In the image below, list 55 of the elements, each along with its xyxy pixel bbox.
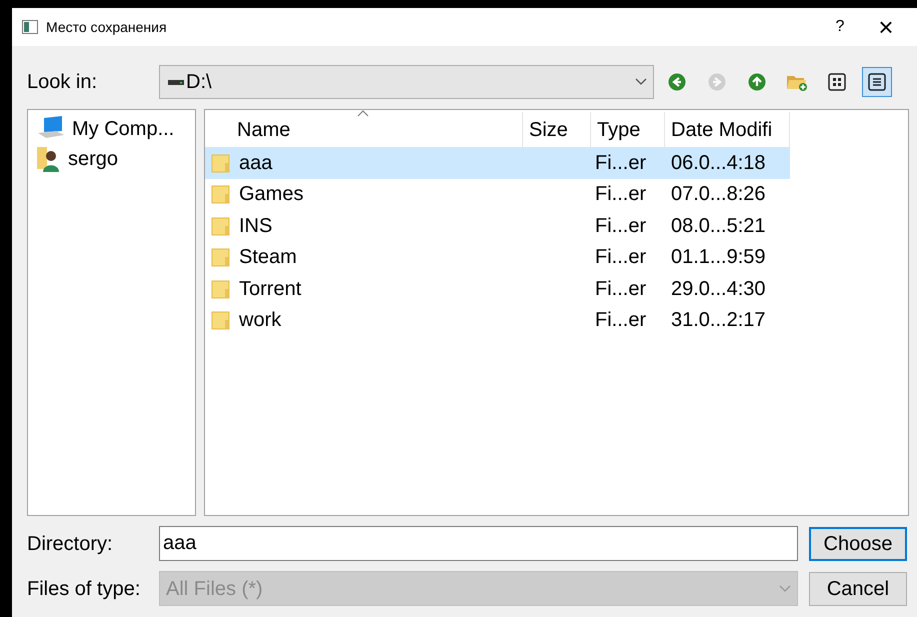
folder-icon <box>211 184 231 204</box>
close-button[interactable]: × <box>863 12 909 42</box>
file-date: 06.0...4:18 <box>670 150 767 176</box>
chevron-down-icon <box>779 584 791 592</box>
file-name: work <box>239 308 282 334</box>
file-date: 29.0...4:30 <box>670 276 767 302</box>
drive-icon <box>168 78 184 86</box>
file-type: Fi...er <box>594 276 648 302</box>
file-name: Torrent <box>239 276 302 302</box>
look-in-value: D:\ <box>186 70 212 95</box>
directory-label: Directory: <box>27 532 114 556</box>
directory-field[interactable]: aaa <box>159 526 798 561</box>
folder-icon <box>211 278 231 299</box>
look-in-label: Look in: <box>27 70 98 95</box>
file-type: Fi...er <box>594 214 648 239</box>
file-row[interactable]: work Fi...er 31.0...2:17 <box>205 304 790 336</box>
file-name: Steam <box>239 245 297 270</box>
arrow-up-icon <box>748 73 766 91</box>
file-type-label: Files of type: <box>27 576 142 602</box>
file-name: INS <box>239 214 272 239</box>
file-row[interactable]: INS Fi...er 08.0...5:21 <box>205 210 790 242</box>
file-type: Fi...er <box>594 150 648 176</box>
detail-view-button[interactable] <box>862 67 892 97</box>
file-type-value: All Files (*) <box>166 576 263 602</box>
file-type: Fi...er <box>594 308 648 334</box>
help-button[interactable]: ? <box>817 12 863 42</box>
window-icon <box>22 20 38 34</box>
arrow-left-icon <box>668 73 686 91</box>
file-type: Fi...er <box>594 245 648 270</box>
sidebar-item[interactable]: My Comp... <box>36 114 195 144</box>
arrow-right-icon <box>708 73 726 91</box>
file-row[interactable]: Games Fi...er 07.0...8:26 <box>205 178 790 210</box>
folder-icon <box>211 152 231 173</box>
sidebar-item[interactable]: sergo <box>36 144 195 174</box>
file-date: 01.1...9:59 <box>670 245 767 270</box>
file-name: Games <box>239 182 304 208</box>
file-date: 31.0...2:17 <box>670 308 767 334</box>
list-icon <box>868 73 886 91</box>
folder-icon <box>211 310 231 330</box>
file-row[interactable]: aaa Fi...er 06.0...4:18 <box>205 147 790 178</box>
user-folder-icon <box>36 145 62 173</box>
file-row[interactable]: Steam Fi...er 01.1...9:59 <box>205 242 790 273</box>
file-name: aaa <box>239 150 272 176</box>
look-in-dropdown[interactable]: D:\ <box>159 65 654 99</box>
file-date: 07.0...8:26 <box>670 182 767 208</box>
grid-icon <box>828 73 846 91</box>
cancel-button[interactable]: Cancel <box>809 572 907 606</box>
chevron-down-icon <box>635 78 647 86</box>
window-title: Место сохранения <box>46 18 167 37</box>
folder-icon <box>211 247 231 268</box>
choose-button[interactable]: Choose <box>809 526 907 560</box>
folder-icon <box>211 216 231 236</box>
file-type: Fi...er <box>594 182 648 208</box>
file-date: 08.0...5:21 <box>670 214 767 239</box>
file-row[interactable]: Torrent Fi...er 29.0...4:30 <box>205 273 790 304</box>
